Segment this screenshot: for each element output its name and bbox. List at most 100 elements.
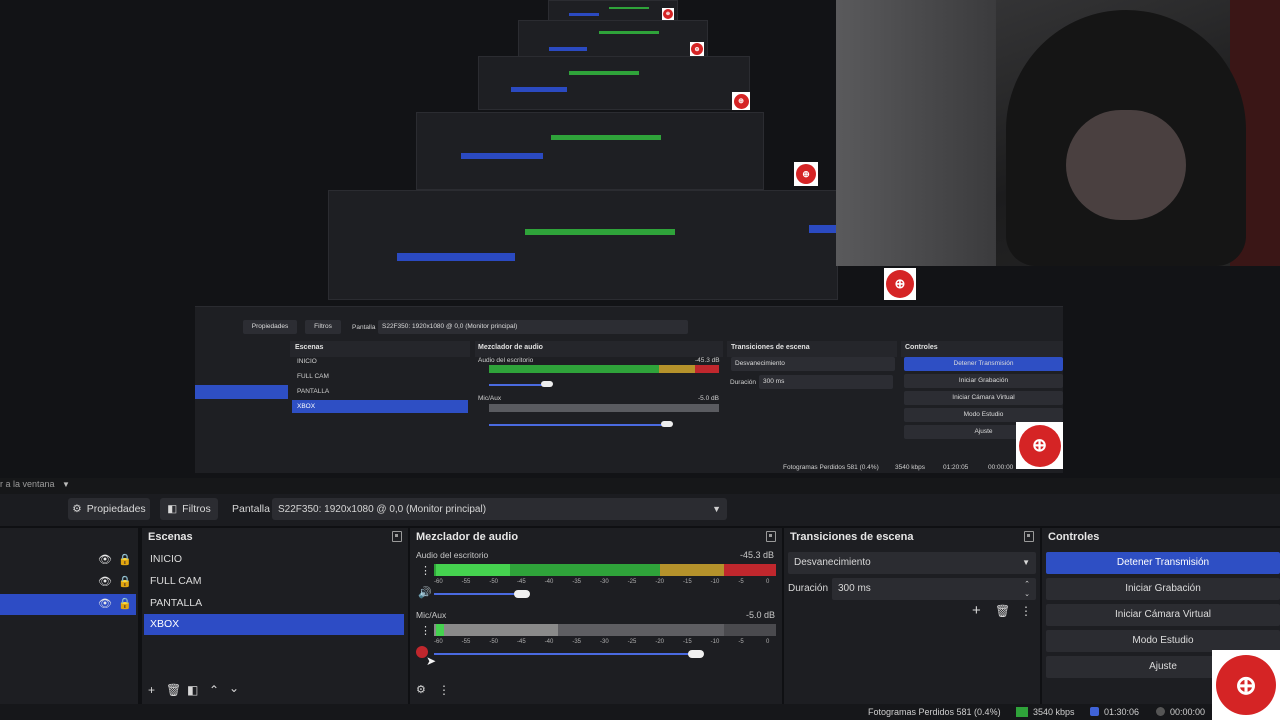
kebab-menu-icon[interactable]: ⋮ [420, 564, 431, 577]
nested-controls-title: Controles [905, 344, 938, 351]
nested-source-combo: S22F350: 1920x1080 @ 0,0 (Monitor princi… [378, 320, 688, 334]
scene-item-pantalla[interactable]: PANTALLA [144, 593, 404, 614]
duration-spinbox[interactable]: 300 ms ⌃ ⌄ [832, 578, 1036, 600]
source-row-selected[interactable] [0, 594, 136, 615]
meter-tick-label: 0 [766, 579, 770, 585]
start-virtual-camera-button[interactable]: Iniciar Cámara Virtual [1046, 604, 1280, 626]
spin-down-icon[interactable]: ⌄ [1024, 584, 1030, 606]
nested-obs-window-5 [548, 0, 678, 22]
dropdown-arrow-icon[interactable]: ▼ [62, 480, 70, 489]
nested-obs-window: Propiedades Filtros Pantalla S22F350: 19… [195, 306, 1063, 473]
nested-obs-window-3 [478, 56, 750, 110]
nested-scene-item: PANTALLA [297, 388, 330, 395]
move-up-icon[interactable]: ⌃ [209, 683, 219, 697]
stream-indicator-icon [1090, 707, 1099, 716]
meter-tick-label: -20 [655, 639, 664, 645]
nested-status-time: 01:20:05 [943, 464, 969, 471]
undock-icon[interactable] [766, 531, 776, 542]
add-transition-icon[interactable]: + [972, 602, 981, 619]
speaker-icon[interactable]: 🔊 [418, 586, 432, 599]
meter-tick-label: -25 [627, 579, 637, 585]
scene-item-inicio[interactable]: INICIO [144, 549, 404, 570]
nested-obs-window-1 [328, 190, 838, 300]
nested-scene-item: INICIO [297, 358, 317, 365]
meter-tick-label: -45 [517, 639, 526, 645]
lock-icon[interactable]: 🔒 [118, 597, 132, 610]
dropped-frames: Fotogramas Perdidos 581 (0.4%) [868, 707, 1001, 717]
scenes-panel-header: Escenas [142, 528, 408, 546]
lock-icon[interactable]: 🔒 [118, 553, 132, 566]
properties-button[interactable]: ⚙ Propiedades [68, 498, 150, 520]
trash-icon[interactable]: 🗑 [995, 604, 1010, 618]
mic-aux-label: Mic/Aux [416, 610, 447, 620]
desktop-volume-knob[interactable] [514, 590, 530, 598]
brand-logo-small: ⊕ [690, 42, 704, 56]
filters-button[interactable]: ◧ Filtros [160, 498, 218, 520]
mouse-cursor-icon: ➤ [426, 654, 437, 668]
nested-desktop-audio-label: Audio del escritorio [478, 357, 534, 364]
webcam-feed [836, 0, 1280, 266]
trash-icon[interactable]: 🗑 [166, 683, 181, 697]
meter-tick-label: -55 [461, 579, 471, 585]
meter-tick-label: -40 [544, 579, 554, 585]
nested-scenes-title: Escenas [295, 344, 324, 351]
meter-tick-label: -40 [544, 639, 554, 645]
nested-start-recording-button: Iniciar Grabación [904, 374, 1063, 388]
brand-logo-small: ⊕ [794, 162, 818, 186]
record-time: 00:00:00 [1170, 707, 1206, 717]
scenes-panel: Escenas INICIO FULL CAM PANTALLA XBOX + … [142, 528, 408, 704]
eye-icon[interactable]: 👁 [98, 575, 112, 588]
mic-volume-knob[interactable] [688, 650, 704, 658]
start-recording-button[interactable]: Iniciar Grabación [1046, 578, 1280, 600]
meter-tick-label: -50 [489, 579, 498, 585]
undock-icon[interactable] [392, 531, 402, 542]
brand-logo-small: ⊕ [662, 8, 674, 20]
eye-icon[interactable]: 👁 [98, 597, 112, 610]
source-display-select[interactable]: S22F350: 1920x1080 @ 0,0 (Monitor princi… [272, 498, 727, 520]
move-down-icon[interactable]: ⌄ [229, 681, 239, 695]
screen-label: Pantalla [232, 503, 270, 515]
mic-volume-slider[interactable] [434, 653, 698, 655]
lock-icon[interactable]: 🔒 [118, 575, 132, 588]
chevron-down-icon: ▼ [1022, 558, 1030, 567]
nested-scene-item: FULL CAM [297, 373, 329, 380]
add-scene-icon[interactable]: + [148, 683, 155, 697]
nested-status-frames: Fotogramas Perdidos 581 (0.4%) [783, 464, 879, 471]
kebab-menu-icon[interactable]: ⋮ [420, 624, 431, 637]
meter-tick-label: -5 [738, 579, 744, 585]
desktop-audio-db: -45.3 dB [740, 550, 775, 560]
eye-icon[interactable]: 👁 [98, 553, 112, 566]
brand-logo-small: ⊕ [732, 92, 750, 110]
scene-item-xbox[interactable]: XBOX [144, 614, 404, 635]
meter-tick-label: -10 [710, 639, 720, 645]
desktop-volume-slider[interactable] [434, 593, 522, 595]
sources-panel-header [0, 528, 138, 546]
desktop-audio-meter [434, 564, 776, 576]
link-settings-icon[interactable]: ⚙ [416, 683, 426, 696]
sources-panel: 👁 🔒 👁 🔒 👁 🔒 [0, 528, 138, 704]
nested-properties-button: Propiedades [243, 320, 297, 334]
nested-transitions-title: Transiciones de escena [731, 344, 810, 351]
nested-desktop-db: -45.3 dB [695, 357, 720, 364]
nested-mixer-title: Mezclador de audio [478, 344, 543, 351]
mic-aux-db: -5.0 dB [746, 610, 776, 620]
brand-logo: ⊕ [884, 268, 916, 300]
undock-icon[interactable] [1024, 531, 1034, 542]
meter-tick-label: -15 [683, 579, 692, 585]
audio-mixer-header: Mezclador de audio [410, 528, 782, 546]
kebab-menu-icon[interactable]: ⋮ [438, 683, 450, 697]
nested-status-bitrate: 3540 kbps [895, 464, 925, 471]
meter-tick-label: -50 [489, 639, 498, 645]
scene-item-full-cam[interactable]: FULL CAM [144, 571, 404, 592]
meter-tick-label: -55 [461, 639, 471, 645]
nested-duration-label: Duración [730, 379, 757, 386]
menu-truncated-label[interactable]: r a la ventana [0, 479, 55, 489]
filter-icon[interactable]: ◧ [187, 683, 198, 697]
stop-stream-button[interactable]: Detener Transmisión [1046, 552, 1280, 574]
transition-select[interactable]: Desvanecimiento ▼ [788, 552, 1036, 574]
meter-tick-label: -25 [627, 639, 637, 645]
kebab-menu-icon[interactable]: ⋮ [1020, 604, 1032, 618]
meter-tick-label: -45 [517, 579, 526, 585]
studio-mode-button[interactable]: Modo Estudio [1046, 630, 1280, 652]
brand-logo: ⊕ [1016, 422, 1063, 469]
